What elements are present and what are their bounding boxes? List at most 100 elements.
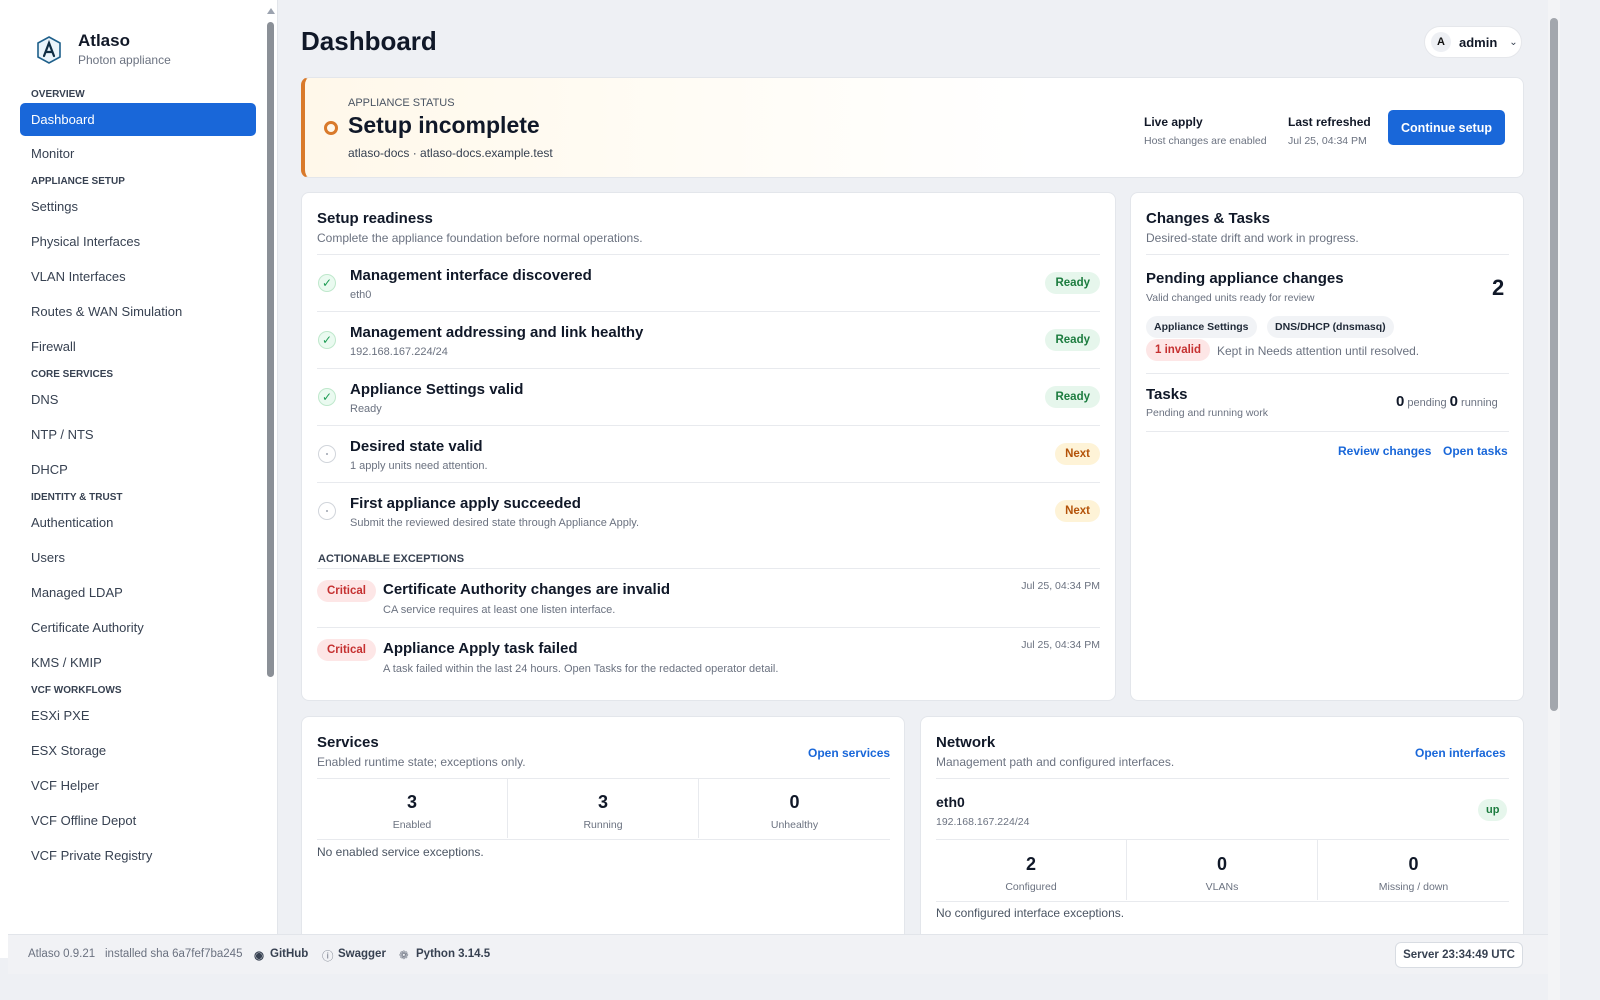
severity-badge: Critical [317, 580, 376, 602]
readiness-item-title: Management addressing and link healthy [350, 324, 644, 341]
check-icon: ✓ [318, 388, 336, 406]
python-link[interactable]: Python 3.14.5 [416, 948, 490, 960]
exception-detail: A task failed within the last 24 hours. … [383, 663, 779, 675]
pending-changes-subtitle: Valid changed units ready for review [1146, 292, 1315, 304]
open-interfaces-link[interactable]: Open interfaces [1415, 746, 1506, 760]
sidebar-scroll-thumb[interactable] [267, 22, 274, 677]
review-changes-link[interactable]: Review changes [1338, 444, 1431, 458]
sidebar-item-authentication[interactable]: Authentication [20, 506, 256, 540]
sidebar-item-dashboard[interactable]: Dashboard [20, 103, 256, 136]
continue-setup-button[interactable]: Continue setup [1388, 110, 1505, 145]
page-scroll-thumb[interactable] [1550, 18, 1558, 711]
sidebar-nav: Overview Dashboard Monitor Appliance setup S… [20, 84, 256, 874]
services-card: Services Enabled runtime state; exceptio… [301, 716, 905, 946]
readiness-badge: Ready [1045, 272, 1100, 294]
sidebar-item-monitor[interactable]: Monitor [20, 137, 256, 171]
sidebar-item-dhcp[interactable]: DHCP [20, 453, 256, 487]
open-tasks-link[interactable]: Open tasks [1443, 444, 1508, 458]
sidebar-item-ntp-nts[interactable]: NTP / NTS [20, 418, 256, 452]
stat-vlans: 0 VLANs [1127, 840, 1318, 900]
stat-label: VLANs [1205, 881, 1239, 893]
sidebar-item-vcf-offline-depot[interactable]: VCF Offline Depot [20, 804, 256, 838]
open-services-link[interactable]: Open services [808, 746, 890, 760]
sidebar-item-vlan-interfaces[interactable]: VLAN Interfaces [20, 260, 256, 294]
check-icon: ✓ [318, 274, 336, 292]
sidebar-item-kms-kmip[interactable]: KMS / KMIP [20, 646, 256, 680]
user-name: admin [1459, 34, 1498, 50]
sidebar-item-certificate-authority[interactable]: Certificate Authority [20, 611, 256, 645]
network-card: Network Management path and configured i… [920, 716, 1524, 946]
readiness-item-title: Management interface discovered [350, 267, 592, 284]
iface-address: 192.168.167.224/24 [936, 816, 1030, 828]
status-label: Appliance status [348, 97, 455, 109]
scroll-up-arrow-icon[interactable] [267, 8, 275, 14]
changes-tasks-card: Changes & Tasks Desired-state drift and … [1130, 192, 1524, 701]
exception-title: Certificate Authority changes are invali… [383, 581, 671, 598]
pending-task-count: 0 [1396, 393, 1405, 410]
running-word: running [1461, 397, 1498, 409]
atlaso-logo-icon [37, 35, 61, 64]
status-title: Setup incomplete [348, 112, 540, 138]
invalid-note: Kept in Needs attention until resolved. [1217, 344, 1420, 358]
readiness-item-title: Desired state valid [350, 438, 483, 455]
setup-readiness-card: Setup readiness Complete the appliance f… [301, 192, 1116, 701]
stat-value: 0 [1216, 854, 1227, 874]
nav-section-appliance-setup: Appliance setup [31, 176, 125, 187]
sidebar-item-users[interactable]: Users [20, 541, 256, 575]
user-menu[interactable]: A admin ⌄ [1424, 26, 1522, 58]
github-icon: ◉ [254, 950, 265, 962]
sidebar-item-routes-wan-simulation[interactable]: Routes & WAN Simulation [20, 295, 256, 329]
stat-value: 3 [406, 792, 417, 812]
readiness-subtitle: Complete the appliance foundation before… [317, 231, 643, 245]
stat-value: 2 [1025, 854, 1036, 874]
readiness-item-detail: Ready [350, 403, 382, 415]
appliance-status-card: Appliance status Setup incomplete atlaso… [301, 77, 1524, 178]
brand[interactable]: Atlaso Photon appliance [36, 32, 171, 67]
sidebar-item-settings[interactable]: Settings [20, 190, 256, 224]
task-counts: 0 pending 0 running [1396, 393, 1498, 410]
iface-state-badge: up [1478, 799, 1508, 821]
sidebar-item-esxi-pxe[interactable]: ESXi PXE [20, 699, 256, 733]
stat-unhealthy: 0 Unhealthy [699, 778, 890, 838]
live-apply-label: Live apply [1144, 115, 1203, 129]
swagger-link[interactable]: Swagger [338, 948, 386, 960]
divider [317, 368, 1100, 369]
running-task-count: 0 [1449, 393, 1458, 410]
iface-name: eth0 [936, 794, 965, 810]
stat-label: Missing / down [1378, 881, 1449, 893]
pending-changes-title: Pending appliance changes [1146, 270, 1344, 287]
server-time: Server 23:34:49 UTC [1395, 942, 1523, 968]
severity-badge: Critical [317, 639, 376, 661]
chip-dns-dhcp: DNS/DHCP (dnsmasq) [1267, 316, 1394, 338]
sidebar-scrollbar[interactable] [266, 8, 275, 958]
live-apply: Live apply Host changes are enabled [1144, 115, 1267, 147]
avatar: A [1431, 32, 1451, 52]
exception-title: Appliance Apply task failed [383, 640, 578, 657]
readiness-badge: Next [1055, 443, 1100, 465]
python-icon: ❁ [399, 950, 409, 962]
stat-label: Configured [1005, 881, 1057, 893]
tasks-subtitle: Pending and running work [1146, 407, 1269, 419]
github-link[interactable]: GitHub [270, 948, 308, 960]
invalid-badge: 1 invalid [1146, 339, 1211, 361]
services-title: Services [317, 734, 379, 751]
network-title: Network [936, 734, 996, 751]
sidebar-item-managed-ldap[interactable]: Managed LDAP [20, 576, 256, 610]
sidebar-item-esx-storage[interactable]: ESX Storage [20, 734, 256, 768]
page-scrollbar[interactable] [1548, 0, 1560, 1000]
pending-dot-icon [318, 445, 336, 463]
readiness-item-detail: Submit the reviewed desired state throug… [350, 517, 640, 529]
sidebar-item-physical-interfaces[interactable]: Physical Interfaces [20, 225, 256, 259]
sidebar-item-vcf-private-registry[interactable]: VCF Private Registry [20, 839, 256, 873]
brand-subtitle: Photon appliance [78, 53, 171, 67]
nav-section-identity-trust: Identity & trust [31, 492, 123, 503]
sidebar-item-vcf-helper[interactable]: VCF Helper [20, 769, 256, 803]
stat-missing: 0 Missing / down [1318, 840, 1509, 900]
sidebar-item-dns[interactable]: DNS [20, 383, 256, 417]
last-refreshed-label: Last refreshed [1288, 115, 1371, 129]
last-refreshed-value: Jul 25, 04:34 PM [1288, 135, 1367, 147]
sidebar-item-firewall[interactable]: Firewall [20, 330, 256, 364]
readiness-title: Setup readiness [317, 210, 433, 227]
network-subtitle: Management path and configured interface… [936, 755, 1175, 769]
readiness-badge: Next [1055, 500, 1100, 522]
